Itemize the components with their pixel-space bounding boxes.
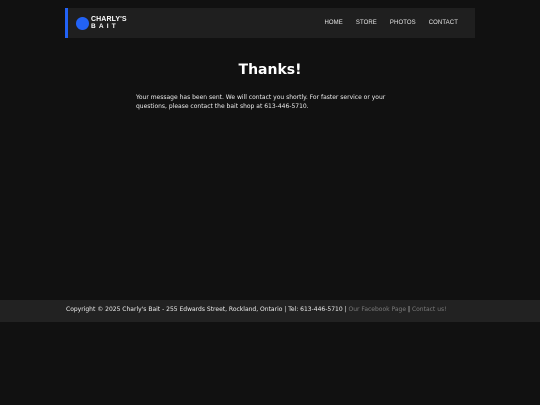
nav-store[interactable]: STORE xyxy=(356,20,377,26)
footer-separator: | xyxy=(407,306,411,313)
site-footer: Copyright © 2025 Charly's Bait - 255 Edw… xyxy=(0,300,540,322)
main-nav: HOME STORE PHOTOS CONTACT xyxy=(311,20,458,26)
confirmation-message: Your message has been sent. We will cont… xyxy=(136,94,386,110)
facebook-link[interactable]: Our Facebook Page xyxy=(349,306,407,313)
footer-text: Copyright © 2025 Charly's Bait - 255 Edw… xyxy=(66,306,447,313)
nav-photos[interactable]: PHOTOS xyxy=(390,20,416,26)
logo-circle-icon xyxy=(76,16,89,30)
nav-home[interactable]: HOME xyxy=(324,20,342,26)
footer-copyright: Copyright © 2025 Charly's Bait - 255 Edw… xyxy=(66,306,347,313)
logo-text: CHARLY'S BAIT xyxy=(91,16,127,30)
site-logo[interactable]: CHARLY'S BAIT xyxy=(76,16,127,30)
page: CHARLY'S BAIT HOME STORE PHOTOS CONTACT … xyxy=(0,0,540,405)
page-title: Thanks! xyxy=(238,62,302,78)
logo-line2: BAIT xyxy=(91,22,119,30)
nav-contact[interactable]: CONTACT xyxy=(429,20,458,26)
header-accent-bar xyxy=(65,8,68,38)
site-header: CHARLY'S BAIT HOME STORE PHOTOS CONTACT xyxy=(65,8,475,38)
contact-us-link[interactable]: Contact us! xyxy=(412,306,447,313)
logo-line1: CHARLY'S xyxy=(91,16,127,23)
